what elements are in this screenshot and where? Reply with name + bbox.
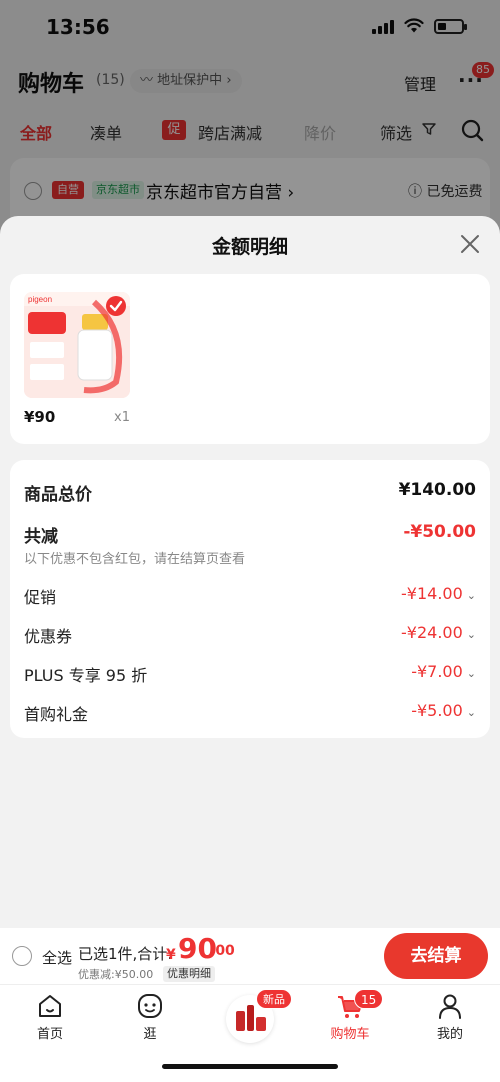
price-detail-card: 商品总价 ¥140.00 共减 -¥50.00 以下优惠不包含红包，请在结算页查… <box>10 460 490 738</box>
tab-label: 首页 <box>36 1027 63 1042</box>
selected-check-icon <box>106 296 126 316</box>
checkout-button[interactable]: 去结算 <box>384 933 488 979</box>
tab-label: 购物车 <box>330 1027 370 1042</box>
total-reduce-value: -¥50.00 <box>403 522 476 542</box>
discount-label: PLUS 专享 95 折 <box>24 666 148 685</box>
chevron-down-icon: ⌄ <box>466 589 476 602</box>
discount-value: -¥24.00 <box>401 623 463 642</box>
product-price: ¥90 <box>24 408 56 426</box>
discount-detail-link[interactable]: 优惠明细 <box>163 966 215 982</box>
cart-count-badge: 15 <box>354 989 384 1009</box>
product-quantity: x1 <box>114 410 130 425</box>
chevron-down-icon: ⌄ <box>466 628 476 641</box>
discount-label: 优惠券 <box>24 627 73 646</box>
close-icon[interactable] <box>456 230 484 258</box>
total-reduce-label: 共减 <box>24 527 58 547</box>
tab-label: 逛 <box>143 1027 157 1042</box>
home-icon <box>39 995 61 1017</box>
total-amount-decimal: .00 <box>210 943 235 959</box>
discount-label: 首购礼金 <box>24 705 89 724</box>
discount-label: 促销 <box>24 588 57 607</box>
sheet-title: 金额明细 <box>211 236 288 258</box>
total-price-label: 商品总价 <box>24 485 92 505</box>
total-price-value: ¥140.00 <box>398 480 476 500</box>
total-currency: ¥ <box>166 947 176 963</box>
new-badge: 新品 <box>256 989 292 1009</box>
tab-mine[interactable]: 我的 <box>410 991 490 1042</box>
discount-value: -¥5.00 <box>411 701 463 720</box>
discount-note: 以下优惠不包含红包，请在结算页查看 <box>24 552 246 567</box>
product-thumbnail[interactable]: pigeon <box>24 292 130 398</box>
select-all-label[interactable]: 全选 <box>42 947 72 968</box>
discount-value: -¥7.00 <box>411 662 463 681</box>
amount-detail-sheet: 金额明细 pigeon ¥90 x1 商品总价 ¥140.00 共减 -¥50.… <box>0 216 500 928</box>
tab-home[interactable]: 首页 <box>10 991 90 1042</box>
chevron-down-icon: ⌄ <box>466 706 476 719</box>
tab-label: 我的 <box>436 1027 463 1042</box>
svg-text:pigeon: pigeon <box>28 295 52 304</box>
chevron-down-icon: ⌄ <box>466 667 476 680</box>
discount-summary: 优惠减:¥50.00 <box>78 968 154 981</box>
discount-value: -¥14.00 <box>401 584 463 603</box>
product-card: pigeon ¥90 x1 <box>10 274 490 444</box>
select-all-radio[interactable] <box>12 946 32 966</box>
profile-icon <box>439 994 461 1019</box>
checkout-bar: 全选 已选1件,合计: ¥ 90 .00 优惠减:¥50.00 优惠明细 去结算 <box>0 928 500 984</box>
stroll-face-icon <box>138 994 162 1018</box>
home-indicator <box>162 1064 338 1069</box>
tab-stroll[interactable]: 逛 <box>110 991 190 1042</box>
selected-summary: 已选1件,合计: <box>78 945 173 963</box>
